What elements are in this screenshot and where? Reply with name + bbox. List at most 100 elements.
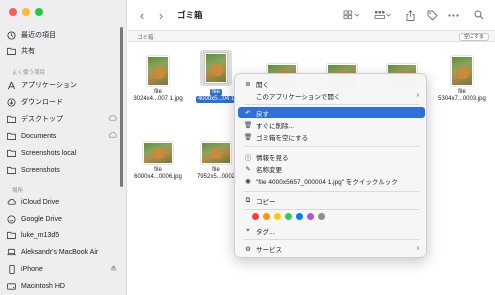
menu-item-tags[interactable]: ⌖ タグ...: [238, 225, 425, 236]
sidebar-item-macbook[interactable]: Aleksandr's MacBook Air: [7, 246, 117, 258]
chevron-right-icon: ›: [416, 92, 419, 99]
sidebar-item-label: iCloud Drive: [21, 198, 60, 206]
context-menu: ⊕ 開く このアプリケーションで開く › ↶ 戻す 🗑 すぐに削除... 🗑 ゴ…: [234, 73, 427, 258]
sidebar-item-label: Screenshots local: [21, 149, 77, 157]
path-bar: ゴミ箱 空にする: [128, 30, 495, 42]
sidebar-item-icloud[interactable]: iCloud Drive: [7, 196, 117, 208]
sidebar-item-downloads[interactable]: ダウンロード: [7, 96, 117, 108]
sidebar-item-applications[interactable]: アプリケーション: [7, 79, 117, 91]
info-icon: ⓘ: [244, 154, 252, 162]
sidebar-item-label: デスクトップ: [21, 116, 63, 123]
sidebar-item-recents[interactable]: 最近の項目: [7, 29, 117, 41]
disk-icon: [7, 282, 16, 291]
tag-color-blue[interactable]: [296, 213, 303, 220]
share-icon[interactable]: [404, 8, 416, 22]
laptop-icon: [7, 248, 16, 257]
tag-color-yellow[interactable]: [274, 213, 281, 220]
grid-view-icon[interactable]: [341, 8, 363, 22]
sidebar-item-label: 共有: [21, 48, 35, 55]
menu-separator: [244, 191, 419, 192]
file-thumbnail: [205, 53, 227, 83]
sidebar-item-label: Macintosh HD: [21, 282, 65, 290]
eye-icon: ◉: [245, 177, 251, 185]
sidebar-item-label: Documents: [21, 132, 57, 140]
tag-color-red[interactable]: [252, 213, 259, 220]
tag-color-green[interactable]: [285, 213, 292, 220]
menu-item-quick-look[interactable]: ◉ "file 4000x5657_000004 1.jpg" をクイックルック: [238, 175, 425, 186]
empty-trash-button[interactable]: 空にする: [458, 32, 489, 41]
menu-item-open-with[interactable]: このアプリケーションで開く ›: [238, 90, 425, 101]
sidebar-item-screenshots[interactable]: Screenshots: [7, 164, 117, 176]
cloud-icon: [7, 198, 16, 207]
menu-separator: [244, 209, 419, 210]
tag-color-gray[interactable]: [318, 213, 325, 220]
sidebar-item-documents[interactable]: Documents: [7, 130, 117, 142]
cloud-icon: [108, 115, 117, 123]
menu-item-empty-trash[interactable]: 🗑 ゴミ箱を空にする: [238, 131, 425, 142]
sidebar: 最近の項目 共有 よく使う項目 アプリケーション ダウンロード デスクトップ D…: [0, 0, 127, 295]
sidebar-item-label: ダウンロード: [21, 99, 63, 106]
close-button[interactable]: [9, 8, 17, 16]
menu-item-put-back[interactable]: ↶ 戻す: [238, 107, 425, 118]
sidebar-item-label: Screenshots: [21, 166, 60, 174]
folder-icon: [7, 115, 16, 124]
menu-item-services[interactable]: ⚙ サービス ›: [238, 243, 425, 254]
sidebar-item-label: Google Drive: [21, 215, 62, 223]
file-item[interactable]: file 6000x4...0006.jpg: [132, 128, 184, 181]
search-icon[interactable]: [473, 8, 485, 22]
sidebar-item-iphone[interactable]: iPhone: [7, 263, 117, 275]
window-title: ゴミ箱: [177, 10, 203, 20]
download-icon: [7, 97, 16, 107]
forward-button[interactable]: ›: [155, 8, 167, 23]
sidebar-item-screenshots-local[interactable]: Screenshots local: [7, 147, 117, 159]
phone-icon: [7, 264, 16, 274]
drive-icon: [7, 214, 16, 224]
tag-icon[interactable]: [425, 8, 439, 22]
group-icon[interactable]: [372, 8, 394, 22]
file-name: file 3024x4...007 1.jpg: [133, 89, 183, 102]
eject-icon[interactable]: [110, 265, 117, 273]
menu-separator: [244, 104, 419, 105]
copy-icon: ⧉: [245, 196, 251, 204]
pencil-icon: ✎: [245, 165, 251, 173]
menu-item-open[interactable]: ⊕ 開く: [238, 78, 425, 89]
menu-item-copy[interactable]: ⧉ コピー: [238, 195, 425, 206]
gear-icon: ⚙: [245, 245, 251, 253]
tag-color-picker: [252, 213, 325, 220]
cloud-icon: [108, 132, 117, 140]
file-thumbnail: [451, 56, 473, 86]
file-thumbnail: [147, 56, 169, 86]
folder-icon: [7, 231, 16, 240]
sidebar-item-desktop[interactable]: デスクトップ: [7, 113, 117, 125]
minimize-button[interactable]: [22, 8, 30, 16]
file-name: file 5304x7...0003.jpg: [438, 89, 486, 102]
tag-color-purple[interactable]: [307, 213, 314, 220]
sidebar-item-macintosh-hd[interactable]: Macintosh HD: [7, 280, 117, 292]
sidebar-item-label: アプリケーション: [21, 82, 77, 89]
more-icon[interactable]: [446, 8, 460, 22]
folder-icon: [7, 149, 16, 158]
trash-icon: 🗑: [244, 121, 253, 129]
toolbar: ‹ › ゴミ箱: [128, 0, 495, 30]
sidebar-item-google-drive[interactable]: Google Drive: [7, 213, 117, 225]
trash-icon: 🗑: [244, 133, 253, 141]
locations-header: 場所: [12, 188, 24, 194]
menu-item-rename[interactable]: ✎ 名称変更: [238, 163, 425, 174]
file-item[interactable]: file 5304x7...0003.jpg: [436, 50, 488, 103]
sidebar-item-shared[interactable]: 共有: [7, 45, 117, 57]
zoom-button[interactable]: [35, 8, 43, 16]
tag-color-orange[interactable]: [263, 213, 270, 220]
window-controls: [9, 8, 43, 16]
breadcrumb: ゴミ箱: [137, 35, 154, 41]
back-button[interactable]: ‹: [136, 8, 148, 23]
sidebar-scrollbar[interactable]: [120, 27, 123, 187]
folder-icon: [7, 132, 16, 141]
file-item[interactable]: file 3024x4...007 1.jpg: [132, 50, 184, 103]
file-thumbnail: [201, 142, 231, 164]
menu-item-delete-immediately[interactable]: 🗑 すぐに削除...: [238, 119, 425, 130]
menu-item-get-info[interactable]: ⓘ 情報を見る: [238, 151, 425, 162]
tag-icon: ⌖: [246, 226, 250, 234]
sidebar-item-label: 最近の項目: [21, 32, 56, 39]
finder-window: 最近の項目 共有 よく使う項目 アプリケーション ダウンロード デスクトップ D…: [0, 0, 495, 295]
sidebar-item-luke[interactable]: luke_m13d5: [7, 229, 117, 241]
